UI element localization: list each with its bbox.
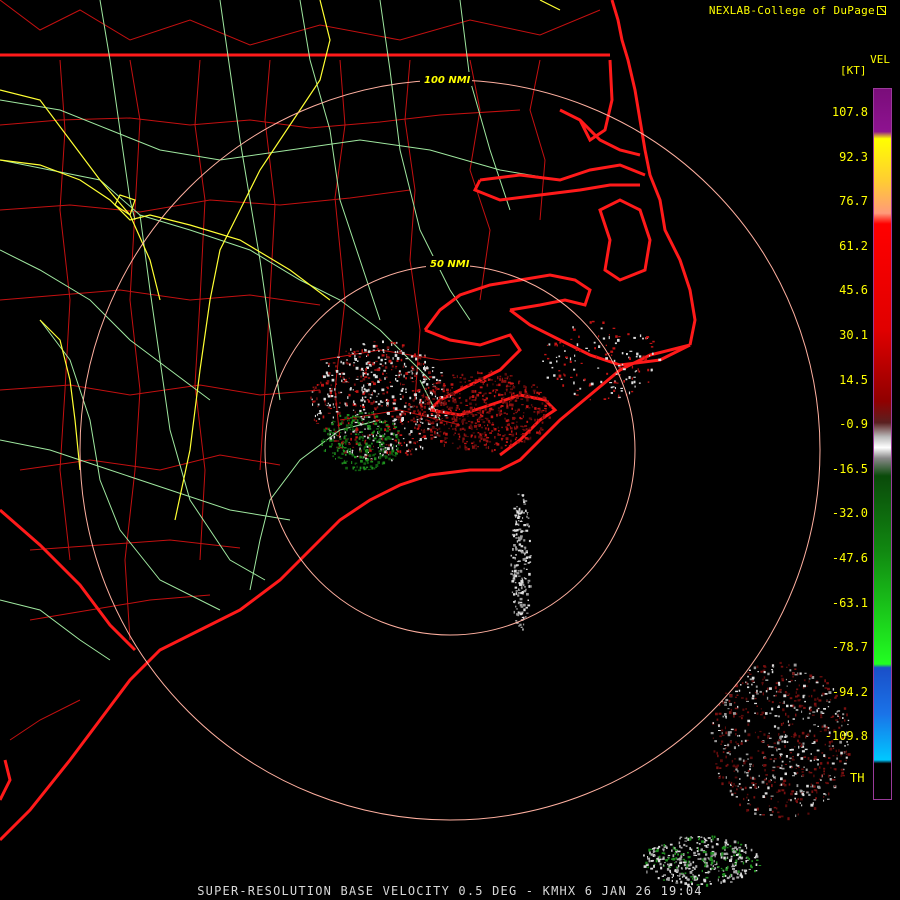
- range-rings: [79, 79, 821, 821]
- colorbar-th-label: TH: [850, 771, 865, 785]
- product-caption: SUPER-RESOLUTION BASE VELOCITY 0.5 DEG -…: [197, 884, 703, 898]
- interstates: [0, 0, 561, 521]
- external-link-icon: [877, 6, 886, 15]
- colorbar-tick: -32.0: [831, 506, 868, 521]
- colorbar-tick: -109.8: [824, 729, 868, 744]
- legend-product: VEL: [870, 53, 890, 66]
- radar-map[interactable]: 50 NMI 100 NMI: [0, 0, 900, 900]
- range-ring-100-label: 100 NMI: [424, 75, 471, 86]
- coastline: [0, 0, 697, 842]
- colorbar-tick: -47.6: [831, 551, 868, 565]
- velocity-colorbar: [873, 88, 892, 800]
- highways: [0, 0, 561, 661]
- credit-link[interactable]: NEXLAB-College of DuPage: [709, 4, 886, 17]
- colorbar-tick: 61.2: [839, 238, 868, 253]
- colorbar-tick: 107.8: [831, 105, 868, 119]
- range-ring-100: [79, 79, 821, 821]
- colorbar-tick: 76.7: [839, 194, 868, 209]
- colorbar-tick: -16.5: [831, 461, 868, 476]
- colorbar-tick: -0.9: [839, 417, 868, 432]
- range-ring-50-label: 50 NMI: [430, 259, 470, 270]
- colorbar-tick: -94.2: [831, 684, 868, 699]
- colorbar-tick: 14.5: [839, 372, 868, 387]
- colorbar-tick: 92.3: [839, 149, 868, 164]
- colorbar-tick: -63.1: [831, 595, 868, 610]
- range-ring-50: [264, 264, 636, 636]
- radar-display: 50 NMI 100 NMI NEXLAB-College of DuPage …: [0, 0, 900, 900]
- credit-text: NEXLAB-College of DuPage: [708, 4, 875, 17]
- radar-echoes: [310, 320, 851, 887]
- colorbar-tick: 45.6: [839, 283, 868, 298]
- colorbar-tick: 30.1: [839, 328, 868, 342]
- legend-unit: [KT]: [840, 64, 867, 77]
- colorbar-tick: -78.7: [831, 640, 868, 655]
